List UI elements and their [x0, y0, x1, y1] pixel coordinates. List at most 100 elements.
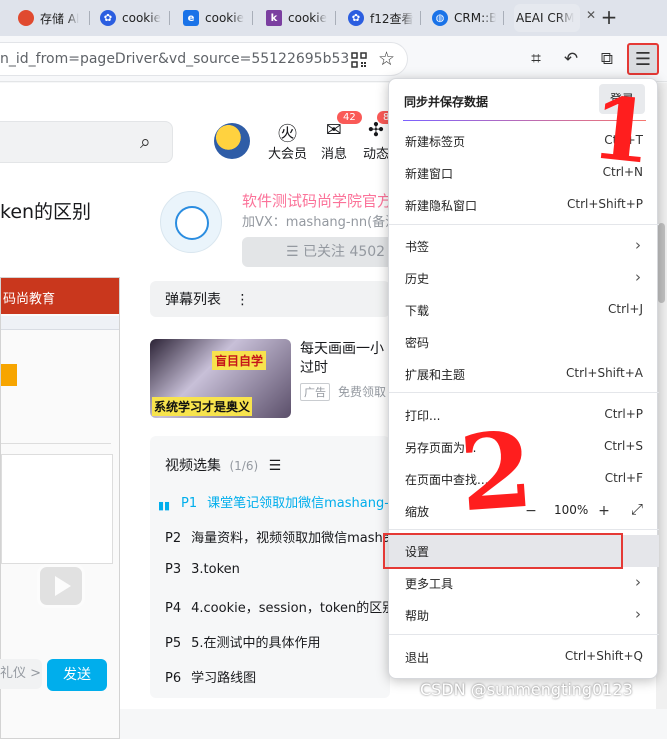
- browser-tab[interactable]: ✿ f12查看: [348, 4, 414, 32]
- menu-item-passwords[interactable]: 密码: [389, 326, 659, 358]
- menu-item-extensions[interactable]: 扩展和主题 Ctrl+Shift+A: [389, 358, 659, 390]
- playing-indicator-icon: ▮▮: [158, 499, 171, 512]
- site-search-input[interactable]: ⌕: [0, 121, 173, 163]
- address-bar[interactable]: n_id_from=pageDriver&vd_source=55122695b…: [0, 42, 408, 76]
- baidu-paw-icon: ✿: [100, 10, 116, 26]
- tab-label: CRM::B: [454, 11, 496, 25]
- menu-item-label: 下载: [405, 304, 430, 318]
- tab-separator: [89, 11, 90, 25]
- menu-item-quit[interactable]: 退出 Ctrl+Shift+Q: [389, 641, 659, 673]
- new-tab-button[interactable]: +: [598, 4, 620, 30]
- ad-overlay-text: 系统学习才是奥义: [152, 397, 253, 416]
- follow-button[interactable]: ☰ 已关注 4502: [242, 237, 402, 267]
- browser-tab-active[interactable]: AEAI CRM: [514, 4, 580, 32]
- playlist-item-title: 4.cookie，session，token的区别: [191, 601, 396, 616]
- send-button[interactable]: 发送: [47, 659, 107, 691]
- undo-back-icon[interactable]: ↶: [560, 48, 582, 70]
- danmaku-list-header[interactable]: 弹幕列表 ⋮: [150, 281, 390, 317]
- nav-vip-label: 大会员: [268, 147, 308, 162]
- menu-item-shortcut: Ctrl+J: [608, 302, 643, 316]
- playlist-item-num: P2: [165, 531, 182, 546]
- menu-item-label: 打印...: [405, 409, 441, 423]
- playlist-panel: 视频选集 (1/6) ☰ ▮▮ P1 课堂笔记领取加微信mashang-w P2 海…: [150, 436, 400, 698]
- more-options-icon[interactable]: ⋮: [235, 292, 249, 308]
- menu-item-shortcut: Ctrl+P: [604, 407, 643, 421]
- menu-separator: [389, 224, 659, 225]
- menu-item-label: 扩展和主题: [405, 368, 466, 382]
- menu-item-label: 书签: [405, 240, 430, 254]
- menu-item-bookmarks[interactable]: 书签 ›: [389, 230, 659, 262]
- menu-item-label: 新建标签页: [405, 135, 466, 149]
- playlist-item[interactable]: P6 学习路线图: [165, 667, 256, 686]
- playlist-item-title: 海量资料，视频领取加微信masha: [191, 531, 391, 546]
- menu-separator: [389, 634, 659, 635]
- menu-item-history[interactable]: 历史 ›: [389, 262, 659, 294]
- ad-thumbnail[interactable]: 盲目自学 系统学习才是奥义: [150, 339, 291, 418]
- danmaku-input[interactable]: 礼仪 >: [0, 659, 42, 689]
- menu-item-label: 新建隐私窗口: [405, 199, 478, 213]
- playlist-item-num: P4: [165, 601, 182, 616]
- browser-tab[interactable]: k cookie: [266, 4, 328, 32]
- nav-messages[interactable]: ✉ 42 消息: [321, 111, 362, 162]
- browser-tab[interactable]: ◍ CRM::B: [432, 4, 496, 32]
- bookmark-star-icon[interactable]: ☆: [378, 48, 395, 70]
- scroll-thumb[interactable]: [658, 223, 665, 303]
- ad-title[interactable]: 每天画画一小 过时: [300, 340, 384, 378]
- playlist-item[interactable]: P3 3.token: [165, 562, 240, 577]
- chrome-icon: [18, 10, 34, 26]
- nav-dynamic-label: 动态: [363, 147, 390, 162]
- list-icon[interactable]: ☰: [269, 458, 282, 474]
- baidu-paw-icon: ✿: [348, 10, 364, 26]
- playlist-title: 视频选集: [165, 458, 221, 474]
- menu-item-settings[interactable]: 设置: [383, 533, 659, 569]
- annotation-number: 1: [586, 77, 658, 184]
- qr-code-icon[interactable]: [351, 52, 367, 68]
- browser-tab[interactable]: 存储 Al: [18, 4, 84, 32]
- tab-separator: [420, 11, 421, 25]
- menu-item-label: 更多工具: [405, 577, 454, 591]
- tab-label: AEAI CRM: [516, 11, 575, 25]
- tab-label: f12查看: [370, 11, 414, 26]
- extensions-puzzle-icon[interactable]: ⧉: [596, 48, 618, 70]
- video-title: ken的区别: [0, 201, 92, 223]
- user-avatar[interactable]: [214, 123, 250, 159]
- menu-item-downloads[interactable]: 下载 Ctrl+J: [389, 294, 659, 326]
- menu-item-shortcut: Ctrl+Shift+A: [566, 366, 643, 380]
- app-menu-button[interactable]: ☰: [627, 43, 659, 75]
- menu-item-more-tools[interactable]: 更多工具 ›: [389, 567, 659, 599]
- tab-label: cookie: [122, 11, 161, 25]
- playlist-item-title: 课堂笔记领取加微信mashang-w: [207, 496, 400, 511]
- play-icon[interactable]: [37, 564, 85, 608]
- nav-vip[interactable]: ㊋ 大会员: [268, 119, 307, 162]
- menu-item-private-window[interactable]: 新建隐私窗口 Ctrl+Shift+P: [389, 189, 659, 221]
- zoom-level: 100%: [554, 503, 589, 517]
- danmaku-list-label: 弹幕列表: [165, 292, 221, 308]
- ad-tag: 广告: [300, 383, 330, 401]
- playlist-item-title: 学习路线图: [191, 671, 257, 686]
- zoom-in-button[interactable]: +: [594, 501, 614, 521]
- url-text[interactable]: n_id_from=pageDriver&vd_source=55122695b…: [0, 51, 348, 67]
- uploader-name[interactable]: 软件测试码尚学院官方: [242, 190, 392, 211]
- browser-tab[interactable]: e cookie: [183, 4, 245, 32]
- annotation-number: 2: [455, 407, 537, 536]
- close-tab-icon[interactable]: ✕: [586, 8, 596, 22]
- menu-item-label: 密码: [405, 336, 430, 350]
- menu-item-label: 历史: [405, 272, 430, 286]
- crop-screenshot-icon[interactable]: ⌗: [525, 48, 547, 70]
- vip-icon: ㊋: [278, 123, 298, 145]
- search-icon[interactable]: ⌕: [140, 131, 151, 153]
- tab-label: cookie: [288, 11, 327, 25]
- playlist-item[interactable]: P1 课堂笔记领取加微信mashang-w: [181, 492, 400, 511]
- tab-separator: [252, 11, 253, 25]
- playlist-header: 视频选集 (1/6) ☰: [165, 455, 281, 475]
- globe-icon: ◍: [432, 10, 448, 26]
- fullscreen-icon[interactable]: ⤢: [631, 500, 643, 518]
- nav-dynamic[interactable]: ✣ 8 动态: [363, 111, 396, 162]
- playlist-item[interactable]: P2 海量资料，视频领取加微信masha: [165, 527, 391, 546]
- playlist-item[interactable]: P5 5.在测试中的具体作用: [165, 632, 321, 651]
- menu-item-help[interactable]: 帮助 ›: [389, 599, 659, 631]
- playlist-item[interactable]: P4 4.cookie，session，token的区别: [165, 597, 395, 616]
- browser-tab[interactable]: ✿ cookie: [100, 4, 164, 32]
- uploader-avatar[interactable]: [160, 191, 222, 253]
- watermark: CSDN @sunmengting0123: [420, 680, 633, 699]
